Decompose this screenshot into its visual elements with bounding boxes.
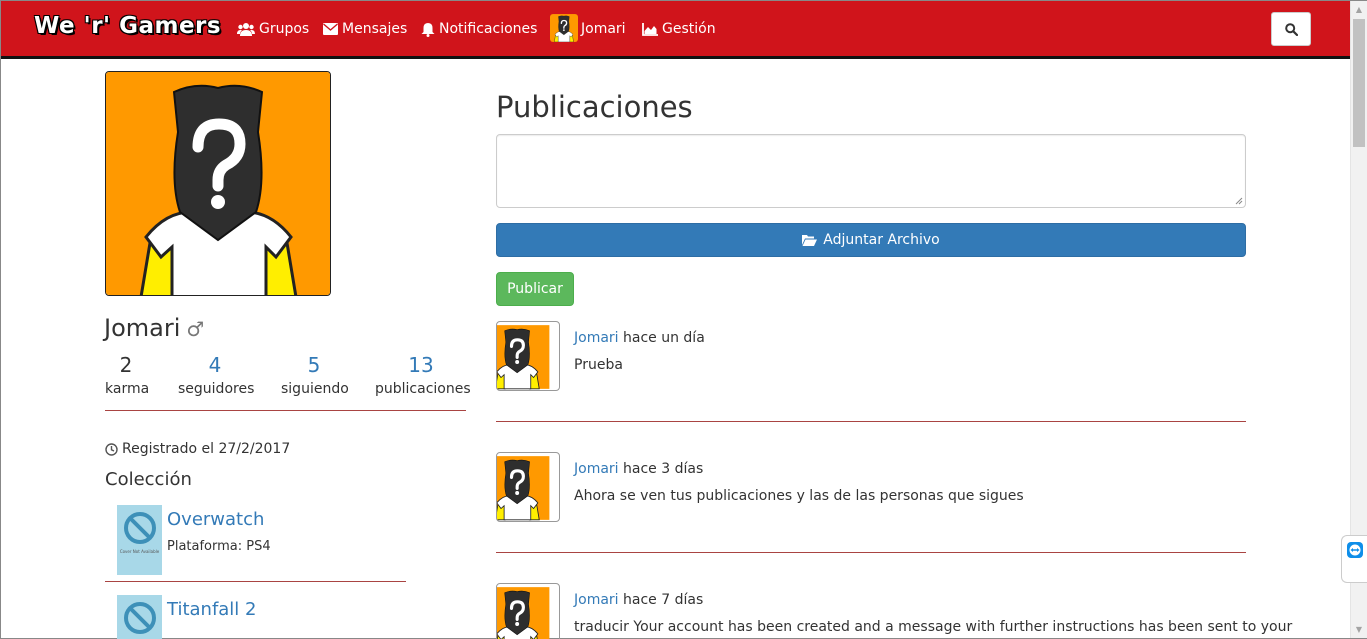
nav-messages-label: Mensajes <box>342 21 408 37</box>
stats-divider <box>105 410 466 411</box>
post-author-avatar[interactable] <box>496 583 560 639</box>
game-name-link[interactable]: Overwatch <box>167 509 264 530</box>
scroll-down-arrow-icon[interactable]: ▼ <box>1351 621 1367 638</box>
nav-messages[interactable]: Mensajes <box>323 18 407 40</box>
clock-icon <box>105 442 118 456</box>
nav-admin-label: Gestión <box>662 21 716 37</box>
search-icon <box>1284 22 1298 36</box>
stat-karma-label: karma <box>105 381 150 397</box>
post-author-link[interactable]: Jomari <box>574 461 619 477</box>
nav-groups[interactable]: Grupos <box>237 18 309 40</box>
registered-date: Registrado el 27/2/2017 <box>105 441 290 457</box>
nav-notifications-label: Notificaciones <box>439 21 538 37</box>
attach-file-button[interactable]: Adjuntar Archivo <box>496 223 1246 257</box>
male-gender-icon: ♂ <box>186 317 205 341</box>
post-textarea[interactable] <box>496 134 1246 208</box>
envelope-icon <box>323 23 338 35</box>
game-cover: Cover Not Available <box>117 505 162 575</box>
post-author-link[interactable]: Jomari <box>574 330 619 346</box>
game-platform: Plataforma: PS4 <box>167 539 271 554</box>
stat-karma: 2 karma <box>105 353 150 401</box>
no-cover-icon <box>123 602 156 634</box>
stat-karma-value: 2 <box>119 353 133 377</box>
game-name-link[interactable]: Titanfall 2 <box>167 599 256 620</box>
stat-followers-value: 4 <box>208 353 222 377</box>
nav-user-label: Jomari <box>581 21 626 37</box>
post-meta: Jomari hace 7 días <box>574 592 703 608</box>
stat-posts-value: 13 <box>408 353 434 377</box>
resize-grip-icon[interactable] <box>1235 197 1243 205</box>
top-navbar: We 'r' Gamers Grupos Mensajes Notificaci… <box>1 1 1350 59</box>
game-divider <box>105 581 406 582</box>
post-author-link[interactable]: Jomari <box>574 592 619 608</box>
stat-followers-label: seguidores <box>178 381 255 397</box>
scroll-up-arrow-icon[interactable]: ▲ <box>1351 1 1367 18</box>
users-icon <box>237 23 255 36</box>
search-button[interactable] <box>1271 12 1311 46</box>
stat-followers[interactable]: 4 seguidores <box>178 353 255 401</box>
post-time: hace 3 días <box>623 461 704 477</box>
profile-name-row: Jomari ♂ <box>104 314 204 342</box>
post-text: Prueba <box>574 357 623 373</box>
stat-following-value: 5 <box>307 353 321 377</box>
nav-groups-label: Grupos <box>259 21 310 37</box>
post-author-avatar[interactable] <box>496 452 560 522</box>
stat-following-label: siguiendo <box>281 381 349 397</box>
nav-admin[interactable]: Gestión <box>642 18 716 40</box>
post-time: hace 7 días <box>623 592 704 608</box>
post-time: hace un día <box>623 330 705 346</box>
stat-posts-label: publicaciones <box>375 381 471 397</box>
remote-support-widget[interactable] <box>1341 535 1367 583</box>
registered-text: Registrado el 27/2/2017 <box>122 441 291 457</box>
stat-posts[interactable]: 13 publicaciones <box>375 353 471 401</box>
folder-open-icon <box>802 235 818 246</box>
post-text: traducir Your account has been created a… <box>574 619 1293 635</box>
publish-label: Publicar <box>507 281 563 297</box>
collection-title: Colección <box>105 469 192 490</box>
post-text: Ahora se ven tus publicaciones y las de … <box>574 488 1024 504</box>
post-divider <box>496 421 1246 422</box>
game-cover-text: Cover Not Available <box>119 549 160 554</box>
post-meta: Jomari hace un día <box>574 330 705 346</box>
nav-user[interactable]: Jomari <box>581 18 626 40</box>
no-cover-icon <box>123 512 156 544</box>
posts-section-title: Publicaciones <box>496 90 693 124</box>
post-divider <box>496 552 1246 553</box>
post-author-avatar[interactable] <box>496 321 560 391</box>
teamviewer-icon <box>1346 542 1363 558</box>
attach-file-label: Adjuntar Archivo <box>823 232 940 248</box>
brand-logo[interactable]: We 'r' Gamers <box>34 13 221 39</box>
post-meta: Jomari hace 3 días <box>574 461 703 477</box>
nav-user-avatar[interactable] <box>550 14 578 42</box>
publish-button[interactable]: Publicar <box>496 272 574 306</box>
nav-notifications[interactable]: Notificaciones <box>421 18 537 40</box>
game-cover <box>117 595 162 639</box>
stat-following[interactable]: 5 siguiendo <box>281 353 349 401</box>
area-chart-icon <box>642 22 658 36</box>
scroll-thumb[interactable] <box>1353 19 1365 147</box>
bell-icon <box>421 22 435 37</box>
profile-picture <box>105 71 331 296</box>
profile-name: Jomari <box>104 314 181 342</box>
